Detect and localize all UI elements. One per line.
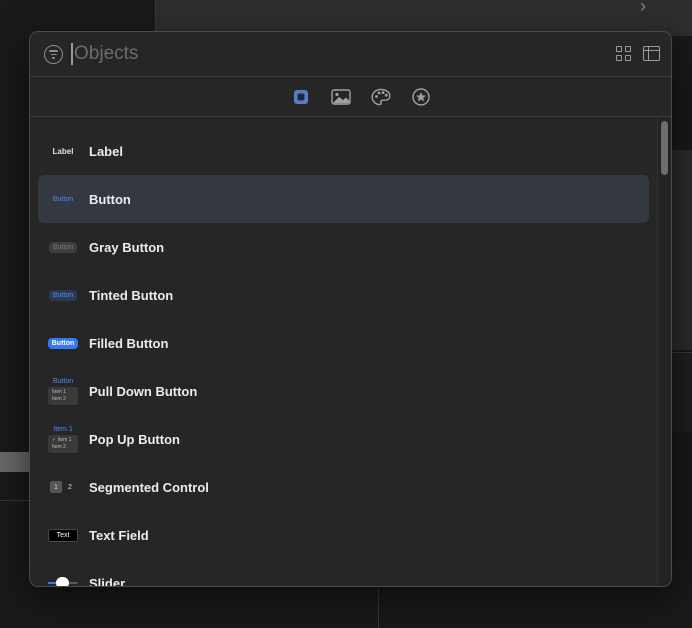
photo-icon [330,88,351,105]
item-label: Button [89,191,131,207]
scroll-thumb[interactable] [661,121,668,175]
background-divider-vertical [378,588,379,628]
list-item[interactable]: Text Text Field [38,511,649,559]
list-item[interactable]: Item 1 ✓ Item 1 Item 2 Pop Up Button [38,415,649,463]
search-field [71,42,374,66]
tab-symbols[interactable] [411,87,431,107]
item-label: Slider [89,575,126,587]
tab-objects[interactable] [291,87,311,107]
filter-icon[interactable] [44,45,63,64]
list-item[interactable]: Button Tinted Button [38,271,649,319]
square-in-square-icon [293,89,308,104]
button-thumbnail: Button [52,195,74,203]
search-input[interactable] [74,43,374,65]
background-panel-lower [672,352,692,432]
list-item[interactable]: Button Item 1 Item 2 Pull Down Button [38,367,649,415]
filled-button-thumbnail: Button [47,323,79,363]
pop-up-button-thumbnail: Item 1 ✓ Item 1 Item 2 [48,419,78,459]
segmented-control-thumbnail: 12 [48,467,78,507]
library-popover: Label Label Button Button Button Gray Bu… [29,31,672,587]
library-tabs [30,77,671,117]
list-item[interactable]: Slider [38,559,649,586]
list-item[interactable]: Button Filled Button [38,319,649,367]
library-header [30,32,671,77]
chevron-right-icon: › [640,0,646,16]
text-field-thumbnail: Text [48,515,78,555]
list-item[interactable]: Button Gray Button [38,223,649,271]
tab-media[interactable] [330,87,351,107]
background-text-fragment [672,455,692,467]
background-divider [0,500,30,501]
palette-icon [370,88,391,105]
text-cursor [71,43,73,65]
item-label: Tinted Button [89,287,174,303]
item-label: Gray Button [89,239,165,255]
item-label: Label [89,143,123,159]
tinted-button-thumbnail: Button [48,275,78,315]
list-scrollbar[interactable] [657,118,671,586]
item-label: Filled Button [89,335,169,351]
grid-view-icon[interactable] [616,46,631,61]
list-item[interactable]: 12 Segmented Control [38,463,649,511]
item-label: Text Field [89,527,149,543]
list-item[interactable]: Button Button [38,175,649,223]
item-label: Segmented Control [89,479,209,495]
list-item[interactable]: Label Label [38,127,649,175]
show-details-icon[interactable] [643,46,660,61]
item-label: Pop Up Button [89,431,180,447]
background-scrollbar [0,452,30,472]
library-list: Label Label Button Button Button Gray Bu… [30,118,671,586]
tab-colors[interactable] [370,87,391,107]
background-panel [672,150,692,350]
label-thumbnail: Label [52,146,74,156]
star-circle-icon [411,87,430,106]
slider-thumbnail [48,563,78,586]
pull-down-button-thumbnail: Button Item 1 Item 2 [48,371,78,411]
item-label: Pull Down Button [89,383,198,399]
gray-button-thumbnail: Button [48,227,78,267]
